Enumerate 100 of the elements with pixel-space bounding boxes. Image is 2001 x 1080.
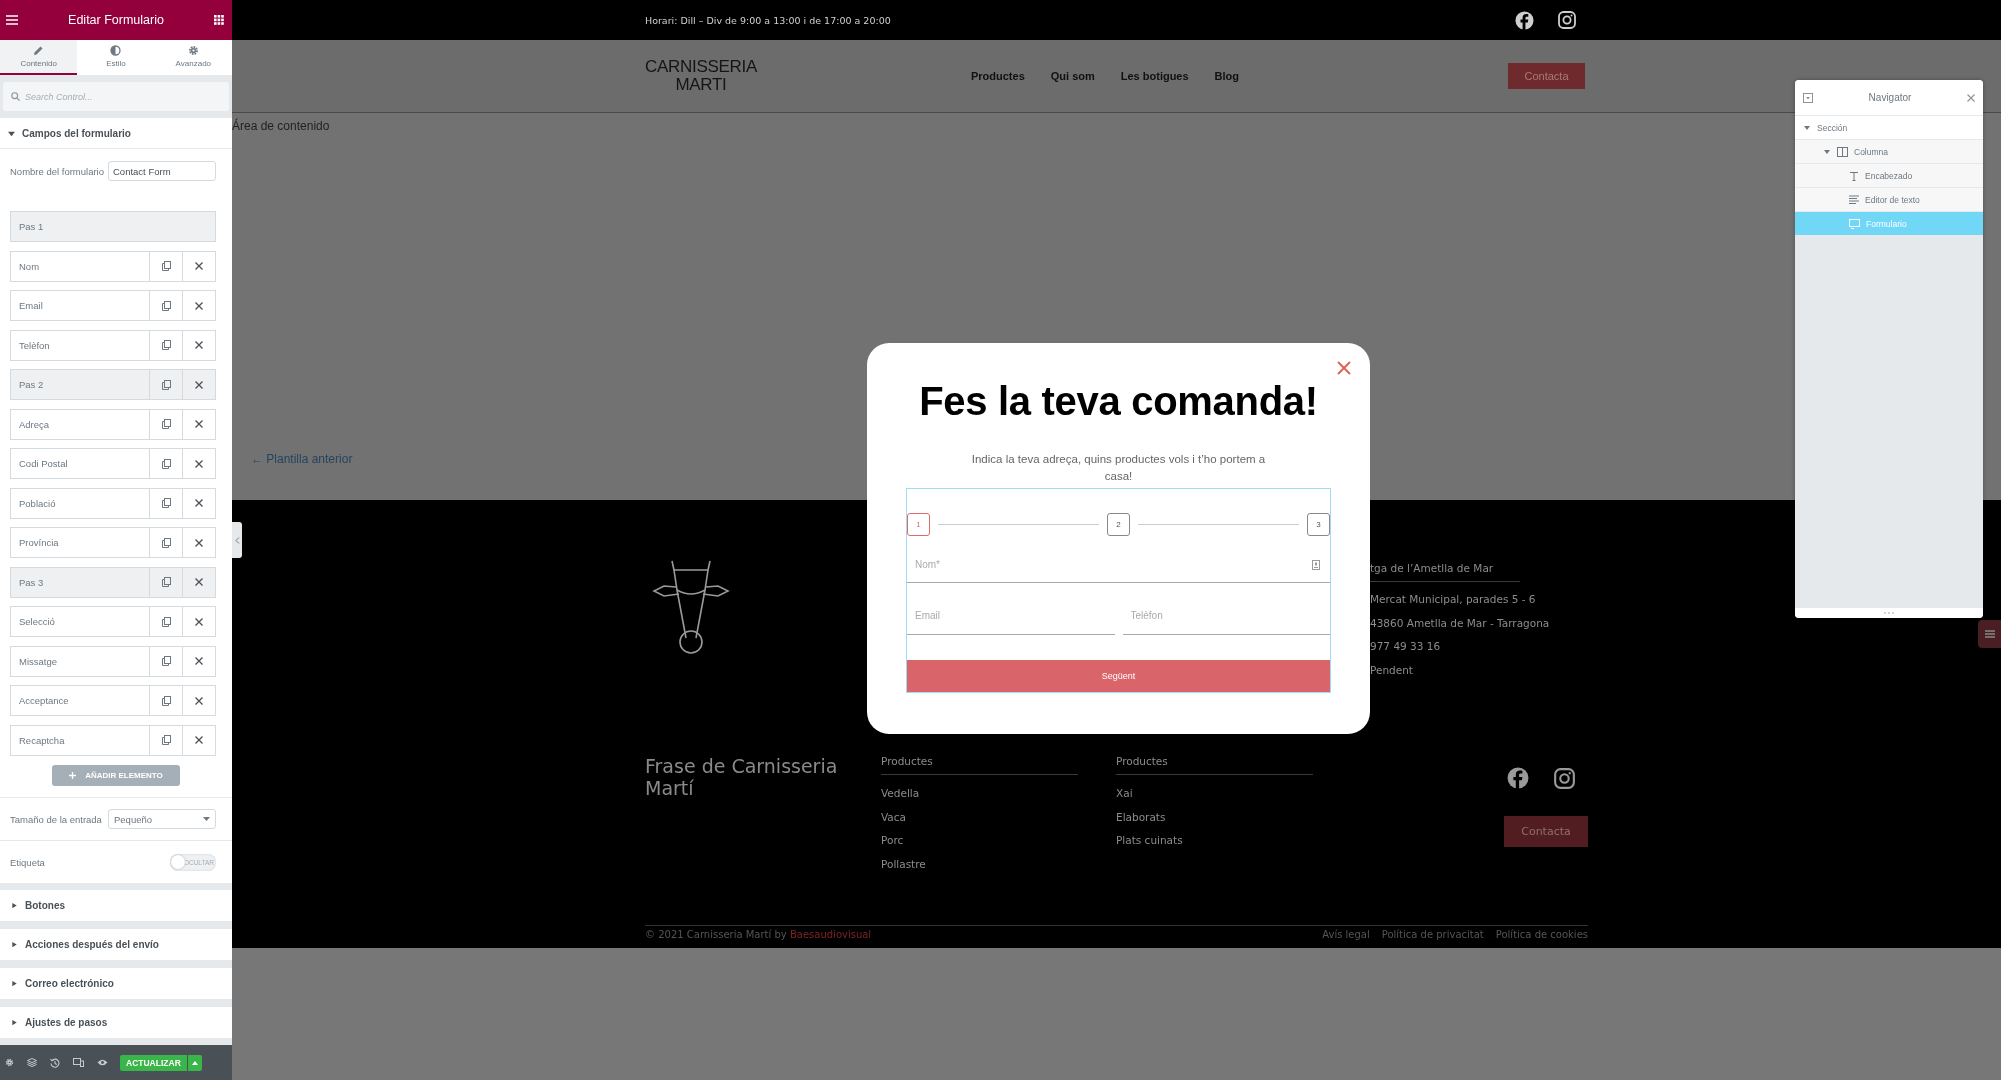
- caret-icon: [8, 129, 15, 137]
- facebook-icon[interactable]: [1515, 10, 1534, 30]
- nav-link[interactable]: Blog: [1214, 70, 1240, 82]
- copy-icon[interactable]: [161, 498, 171, 508]
- form-field-item[interactable]: Codi Postal: [10, 448, 216, 479]
- copy-icon[interactable]: [161, 616, 171, 627]
- close-icon[interactable]: [195, 657, 203, 665]
- copy-icon[interactable]: [161, 537, 171, 548]
- close-icon[interactable]: [195, 499, 203, 507]
- layers-icon[interactable]: [27, 1058, 37, 1067]
- legal-link[interactable]: Política de privacitat: [1381, 929, 1484, 940]
- gear-icon[interactable]: [5, 1058, 14, 1067]
- footer-link[interactable]: Elaborats: [1116, 805, 1351, 829]
- form-field-item[interactable]: Email: [10, 290, 216, 321]
- search-field[interactable]: Search Control...: [3, 82, 229, 111]
- menu-icon[interactable]: [6, 15, 18, 25]
- panel-tab[interactable]: Contenido: [0, 40, 78, 75]
- input-size-label: Tamaño de la entrada: [10, 813, 102, 825]
- next-button[interactable]: Següent: [907, 660, 1330, 692]
- form-field-item[interactable]: Telèfon: [10, 329, 216, 361]
- copy-icon[interactable]: [161, 300, 171, 311]
- copy-icon[interactable]: [161, 379, 171, 390]
- footer-link[interactable]: Porc: [881, 829, 1116, 853]
- section-header[interactable]: Correo electrónico: [0, 968, 232, 999]
- nav-link[interactable]: Productes: [970, 70, 1025, 82]
- form-name-field[interactable]: Contact Form: [108, 161, 216, 181]
- close-icon[interactable]: [195, 459, 203, 468]
- copy-icon[interactable]: [161, 458, 171, 469]
- form-field-item[interactable]: Nom: [10, 250, 216, 282]
- site-logo[interactable]: CARNISSERIA MARTI: [645, 58, 757, 94]
- step-indicator: 3: [1307, 513, 1330, 536]
- facebook-icon[interactable]: [1507, 767, 1529, 789]
- input-field[interactable]: Email: [907, 597, 1115, 635]
- legal-link[interactable]: Política de cookies: [1495, 929, 1588, 940]
- contact-button[interactable]: Contacta: [1504, 816, 1588, 847]
- copy-icon[interactable]: [161, 577, 171, 587]
- close-icon[interactable]: [195, 420, 203, 428]
- footer-column-title: Productes: [1116, 755, 1313, 775]
- grid-icon[interactable]: [214, 15, 224, 25]
- update-button[interactable]: ACTUALIZAR: [120, 1054, 187, 1071]
- copy-icon[interactable]: [161, 695, 171, 706]
- close-icon[interactable]: [195, 736, 203, 744]
- resize-handle-icon[interactable]: [1884, 612, 1894, 614]
- caret-icon: [191, 1060, 198, 1065]
- form-field-item[interactable]: Província: [10, 527, 216, 558]
- close-icon[interactable]: [195, 341, 203, 349]
- navigator-item[interactable]: Encabezado: [1795, 164, 1983, 188]
- footer-link[interactable]: Plats cuinats: [1116, 829, 1351, 853]
- nav-link[interactable]: Les botigues: [1120, 70, 1189, 82]
- navigator-item[interactable]: Editor de texto: [1795, 188, 1983, 212]
- footer-link[interactable]: Vedella: [881, 782, 1116, 806]
- legal-link[interactable]: Avís legal: [1322, 929, 1370, 940]
- copy-icon[interactable]: [161, 419, 171, 429]
- history-icon[interactable]: [50, 1057, 60, 1068]
- heading-icon: [1849, 170, 1859, 181]
- close-icon[interactable]: [1337, 361, 1351, 375]
- footer-link[interactable]: Pollastre: [881, 852, 1116, 876]
- caret-icon: [12, 1019, 17, 1026]
- copy-icon[interactable]: [161, 261, 171, 271]
- copy-icon[interactable]: [161, 340, 171, 350]
- update-options-button[interactable]: [187, 1054, 202, 1071]
- responsive-icon[interactable]: [73, 1058, 84, 1067]
- plus-icon: [69, 772, 77, 779]
- form-field-item[interactable]: Pas 3: [10, 566, 216, 598]
- form-field-item[interactable]: Pas 2: [10, 369, 216, 400]
- close-icon[interactable]: [195, 538, 203, 547]
- instagram-icon[interactable]: [1558, 11, 1576, 29]
- instagram-icon[interactable]: [1554, 767, 1575, 789]
- form-field-item[interactable]: Pas 1: [10, 211, 216, 242]
- eye-icon[interactable]: [97, 1059, 108, 1066]
- navigator-item[interactable]: Sección: [1795, 116, 1983, 140]
- section-header[interactable]: Botones: [0, 890, 232, 921]
- form-field-item[interactable]: Recaptcha: [10, 724, 216, 756]
- close-icon[interactable]: [195, 301, 203, 310]
- section-header[interactable]: Ajustes de pasos: [0, 1007, 232, 1038]
- nav-link[interactable]: Qui som: [1050, 70, 1095, 82]
- content-area-label: Área de contenido: [232, 119, 330, 133]
- input-size-dropdown[interactable]: Pequeño: [108, 809, 216, 829]
- navigator-item[interactable]: Columna: [1795, 140, 1983, 164]
- close-icon[interactable]: [195, 578, 203, 586]
- copy-icon[interactable]: [161, 735, 171, 745]
- collapse-icon[interactable]: [1803, 92, 1813, 103]
- section-header[interactable]: Acciones después del envío: [0, 929, 232, 960]
- form-field-item[interactable]: Adreça: [10, 408, 216, 440]
- footer-link[interactable]: Xai: [1116, 782, 1351, 806]
- copy-icon[interactable]: [161, 656, 171, 666]
- close-icon[interactable]: [195, 617, 203, 626]
- contrast-icon: [110, 45, 122, 56]
- input-field[interactable]: Telèfon: [1122, 597, 1330, 635]
- form-field-item[interactable]: Acceptance: [10, 685, 216, 716]
- footer-link[interactable]: Vaca: [881, 805, 1116, 829]
- form-field-item[interactable]: Missatge: [10, 645, 216, 677]
- form-field-item[interactable]: Selecció: [10, 606, 216, 637]
- close-icon[interactable]: [195, 696, 203, 705]
- close-icon[interactable]: [195, 380, 203, 389]
- close-icon[interactable]: [195, 262, 203, 270]
- input-field[interactable]: Nom*: [907, 547, 1330, 583]
- contact-button[interactable]: Contacta: [1508, 63, 1585, 89]
- form-field-item[interactable]: Població: [10, 487, 216, 519]
- navigator-toggle[interactable]: [1978, 620, 2001, 648]
